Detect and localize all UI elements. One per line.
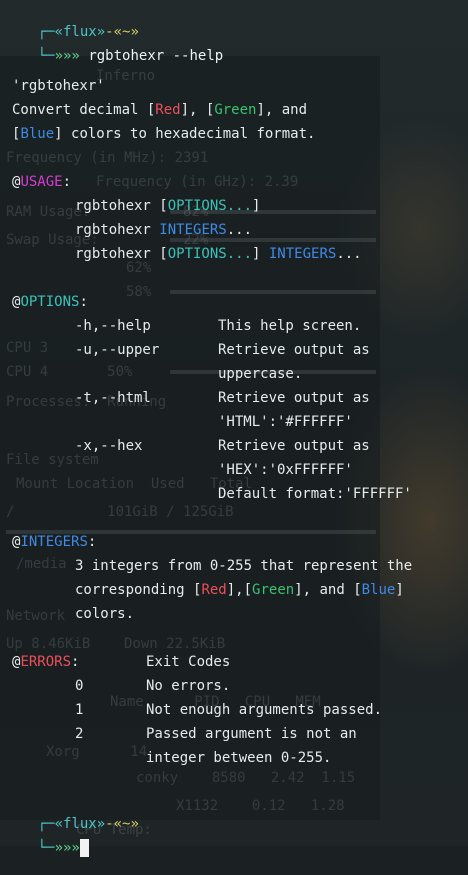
usage-line: rgbtohexr [OPTIONS...] [75, 198, 261, 214]
integers-desc: corresponding [Red],[Green], and [Blue] [75, 582, 404, 598]
option-desc: 'HTML':'#FFFFFF' [218, 414, 353, 430]
options-heading: @OPTIONS: [12, 294, 88, 310]
prompt-arrows: »»» [54, 48, 80, 64]
description-line: [Blue] colors to hexadecimal format. [12, 126, 316, 142]
integers-desc: 3 integers from 0-255 that represent the [75, 558, 413, 574]
integers-heading: @INTEGERS: [12, 534, 97, 550]
error-desc: integer between 0-255. [146, 750, 332, 766]
exit-codes-label: Exit Codes [146, 654, 231, 670]
input-line[interactable]: └─»»» [4, 821, 89, 857]
usage-heading: @USAGE: [12, 174, 72, 190]
option-desc: Retrieve output as [218, 438, 370, 454]
prompt-arrows: »»» [54, 840, 80, 856]
option-desc: Retrieve output as [218, 390, 370, 406]
error-desc: Passed argument is not an [146, 726, 357, 742]
prompt-line: ┌─«flux»-«~» [37, 816, 139, 832]
command-line: └─»»» rgbtohexr --help [37, 48, 224, 64]
command-text: rgbtohexr --help [88, 48, 224, 64]
option-desc: uppercase. [218, 366, 303, 382]
error-desc: Not enough arguments passed. [146, 702, 383, 718]
program-name: 'rgbtohexr' [12, 78, 105, 94]
usage-line: rgbtohexr INTEGERS... [75, 222, 253, 238]
option-flag: -t,--html [75, 390, 151, 406]
option-desc: Default format:'FFFFFF' [218, 486, 412, 502]
errors-heading: @ERRORS: [12, 654, 80, 670]
option-desc: Retrieve output as [218, 342, 370, 358]
error-code: 1 [75, 702, 84, 718]
option-flag: -u,--upper [75, 342, 160, 358]
description-line: Convert decimal [Red], [Green], and [12, 102, 308, 118]
prompt-line: ┌─«flux»-«~» [37, 24, 139, 40]
usage-line: rgbtohexr [OPTIONS...] INTEGERS... [75, 246, 362, 262]
option-flag: -x,--hex [75, 438, 143, 454]
error-code: 0 [75, 678, 84, 694]
text-cursor[interactable] [79, 839, 89, 857]
error-desc: No errors. [146, 678, 231, 694]
option-desc: This help screen. [218, 318, 362, 334]
terminal-output: ┌─«flux»-«~» └─»»» rgbtohexr --help 'rgb… [0, 0, 468, 857]
prompt-dir: -«~» [105, 816, 139, 832]
error-code: 2 [75, 726, 84, 742]
option-desc: 'HEX':'0xFFFFFF' [218, 462, 353, 478]
integers-desc: colors. [75, 606, 135, 622]
option-flag: -h,--help [75, 318, 151, 334]
